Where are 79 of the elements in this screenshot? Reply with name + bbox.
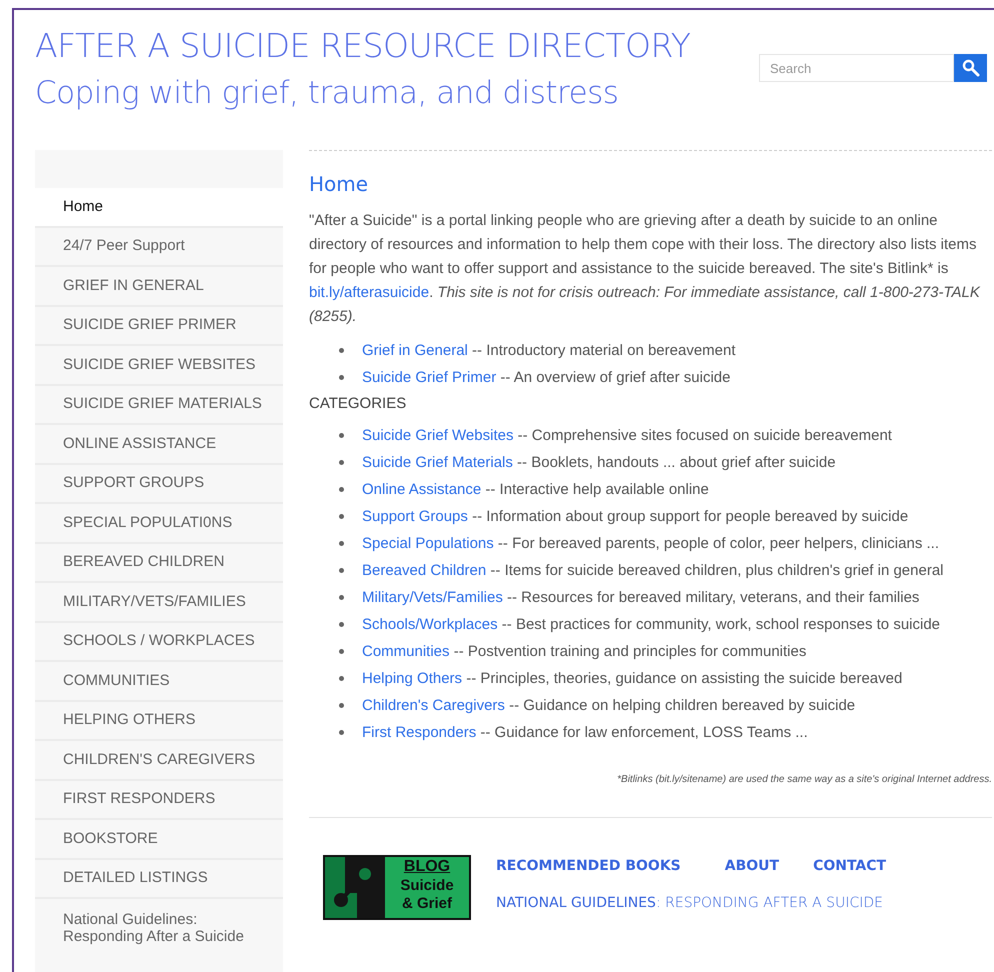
sidebar-item[interactable]: FIRST RESPONDERS — [35, 780, 283, 820]
page-heading: Home — [309, 171, 370, 197]
search-icon — [962, 59, 980, 77]
site-title: AFTER A SUICIDE RESOURCE DIRECTORY — [35, 25, 690, 67]
list-item-text: Communities -- Postvention training and principles for communities — [362, 642, 806, 662]
category-link[interactable]: Bereaved Children — [362, 562, 486, 579]
list-item-text: Suicide Grief Primer -- An overview of grief after suicide — [362, 368, 730, 388]
sidebar-item[interactable]: ONLINE ASSISTANCE — [35, 425, 283, 464]
footer-link[interactable]: NATIONAL GUIDELINES: RESPONDING AFTER A SUICIDE — [496, 893, 886, 914]
bullet-icon — [339, 730, 344, 735]
categories-label: CATEGORIES — [309, 394, 408, 414]
bullet-icon — [339, 595, 344, 600]
bullet-icon — [339, 703, 344, 708]
sidebar-item[interactable]: MILITARY/VETS/FAMILIES — [35, 583, 283, 622]
bullet-icon — [339, 348, 344, 353]
category-link[interactable]: Children's Caregivers — [362, 697, 505, 714]
category-link[interactable]: Communities — [362, 643, 450, 660]
blog-subtitle: & Grief — [402, 895, 452, 913]
sidebar-item[interactable]: SPECIAL POPULATI0NS — [35, 504, 283, 544]
list-item-text: Children's Caregivers -- Guidance on helping children bereaved by suicide — [362, 696, 856, 716]
category-link[interactable]: First Responders — [362, 724, 476, 741]
list-item-text: First Responders -- Guidance for law enforcement, LOSS Teams ... — [362, 723, 808, 743]
list-item-text: Military/Vets/Families -- Resources for bereaved military, veterans, and their families — [362, 588, 920, 608]
sidebar-item[interactable]: COMMUNITIES — [35, 662, 283, 702]
list-item-text: Online Assistance -- Interactive help available online — [362, 480, 709, 500]
list-item-text: Bereaved Children -- Items for suicide bereaved children, plus children's grief in general — [362, 561, 944, 581]
intro-paragraph: "After a Suicide" is a portal linking people who are grieving after a death by suicide to an online directory of resources and information to help them cope with their loss. The directory also lists items for people who want to offer support and assistance to the suicide bereaved. The site's Bitlink* is bit.ly/afterasuicide. This site is not for crisis outreach: For immediate assistance, call 1-800-273-TALK (8255). — [309, 211, 982, 327]
blog-title: BLOG — [404, 857, 450, 877]
sidebar-item[interactable]: SCHOOLS / WORKPLACES — [35, 622, 283, 662]
sidebar-item[interactable]: BEREAVED CHILDREN — [35, 544, 283, 583]
category-link[interactable]: Support Groups — [362, 508, 468, 525]
category-link[interactable]: Grief in General — [362, 342, 468, 359]
footnote: *Bitlinks (bit.ly/sitename) are used the same way as a site's original Internet address. — [616, 773, 992, 787]
sidebar-item[interactable]: SUICIDE GRIEF MATERIALS — [35, 386, 283, 425]
sidebar-item[interactable]: GRIEF IN GENERAL — [35, 267, 283, 306]
category-link[interactable]: Suicide Grief Materials — [362, 454, 513, 471]
category-link[interactable]: Schools/Workplaces — [362, 616, 498, 633]
sidebar-item[interactable]: CHILDREN'S CAREGIVERS — [35, 741, 283, 780]
bullet-icon — [339, 649, 344, 654]
footer-link[interactable]: CONTACT — [813, 856, 886, 877]
bullet-icon — [339, 375, 344, 380]
list-item-text: Support Groups -- Information about group support for people bereaved by suicide — [362, 507, 908, 527]
sidebar-item[interactable]: HELPING OTHERS — [35, 702, 283, 741]
search-button[interactable] — [954, 54, 987, 82]
blog-subtitle: Suicide — [400, 877, 454, 895]
bullet-icon — [339, 460, 344, 465]
sidebar-item[interactable]: National Guidelines: Responding After a Suicide — [35, 899, 283, 945]
bullet-icon — [339, 676, 344, 681]
list-item-text: Special Populations -- For bereaved parents, people of color, peer helpers, clinicians ... — [362, 534, 939, 554]
bullet-icon — [339, 541, 344, 546]
bullet-icon — [339, 487, 344, 492]
category-link[interactable]: Suicide Grief Primer — [362, 369, 496, 386]
sidebar-item[interactable]: BOOKSTORE — [35, 820, 283, 860]
sidebar-item[interactable]: SUICIDE GRIEF PRIMER — [35, 306, 283, 346]
footer-link[interactable]: ABOUT — [724, 856, 780, 877]
bullet-icon — [339, 433, 344, 438]
list-item-text: Suicide Grief Materials -- Booklets, handouts ... about grief after suicide — [362, 453, 836, 473]
search-field[interactable]: Search — [759, 54, 954, 82]
blog-logo[interactable]: BLOG Suicide & Grief — [323, 855, 471, 920]
bullet-icon — [339, 568, 344, 573]
footer-link[interactable]: RECOMMENDED BOOKS — [496, 856, 681, 877]
sidebar-item[interactable]: Home — [35, 188, 283, 228]
sidebar-item[interactable]: 24/7 Peer Support — [35, 228, 283, 267]
sidebar-item[interactable]: SUPPORT GROUPS — [35, 464, 283, 504]
category-link[interactable]: Suicide Grief Websites — [362, 427, 514, 444]
bullet-icon — [339, 514, 344, 519]
site-subtitle: Coping with grief, trauma, and distress — [35, 74, 620, 113]
bitlink-link[interactable]: bit.ly/afterasuicide — [309, 284, 430, 301]
category-link[interactable]: Online Assistance — [362, 481, 482, 498]
sidebar-item[interactable]: SUICIDE GRIEF WEBSITES — [35, 346, 283, 386]
sidebar-item[interactable]: DETAILED LISTINGS — [35, 860, 283, 899]
category-link[interactable]: Military/Vets/Families — [362, 589, 503, 606]
list-item-text: Grief in General -- Introductory material on bereavement — [362, 341, 736, 361]
list-item-text: Schools/Workplaces -- Best practices for community, work, school responses to suicide — [362, 615, 940, 635]
list-item-text: Helping Others -- Principles, theories, guidance on assisting the suicide bereaved — [362, 669, 902, 689]
category-link[interactable]: Special Populations — [362, 535, 494, 552]
category-link[interactable]: Helping Others — [362, 670, 462, 687]
list-item-text: Suicide Grief Websites -- Comprehensive sites focused on suicide bereavement — [362, 426, 892, 446]
bullet-icon — [339, 622, 344, 627]
